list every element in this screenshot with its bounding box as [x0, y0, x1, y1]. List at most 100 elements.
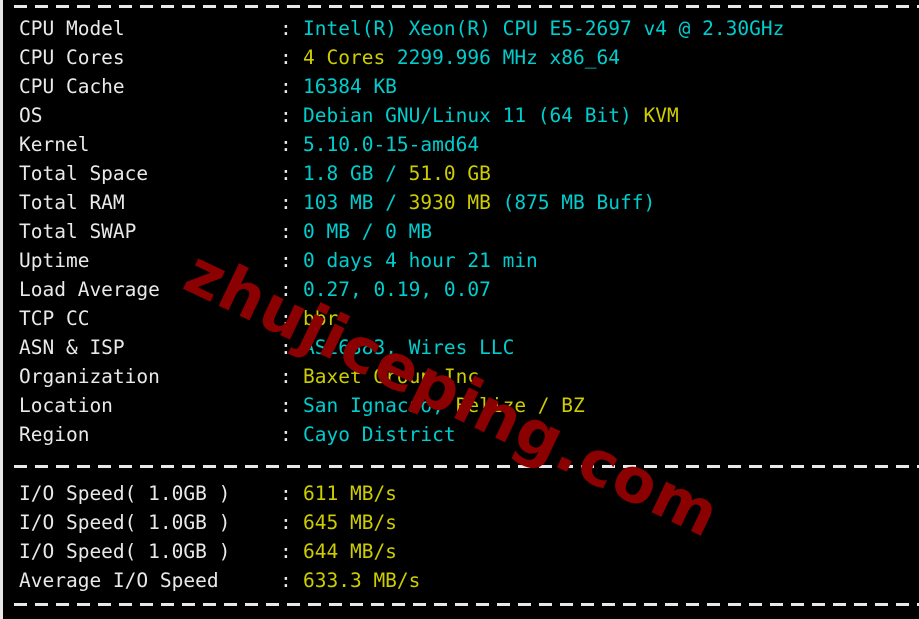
system-info-value: 0 MB / 0 MB — [303, 217, 432, 246]
system-info-value-segment: KVM — [631, 104, 679, 127]
system-info-row: Total Space:1.8 GB / 51.0 GB — [3, 159, 919, 188]
io-speed-value-segment: 611 MB/s — [303, 482, 397, 505]
system-info-row: OS: Debian GNU/Linux 11 (64 Bit) KVM — [3, 101, 919, 130]
system-info-row: CPU Model: Intel(R) Xeon(R) CPU E5-2697 v… — [3, 14, 919, 43]
system-info-label: Total Space — [19, 162, 149, 185]
system-info-value: 0 days 4 hour 21 min — [303, 246, 538, 275]
system-info-colon: : — [280, 394, 292, 417]
system-info-row: Total RAM:103 MB / 3930 MB (875 MB Buff) — [3, 188, 919, 217]
system-info-value-segment: Belize / BZ — [443, 394, 585, 417]
system-info-colon: : — [280, 75, 292, 98]
separator-middle — [14, 465, 919, 468]
system-info-label: Location — [19, 394, 113, 417]
io-speed-value-segment: 644 MB/s — [303, 540, 397, 563]
system-info-label: TCP CC — [19, 307, 90, 330]
io-speed-value-segment: 633.3 MB/s — [303, 569, 421, 592]
system-info-label: Total SWAP — [19, 220, 137, 243]
system-info-value-segment: / — [385, 162, 397, 185]
system-info-label: Organization — [19, 365, 160, 388]
system-info-value-segment: Intel(R) Xeon(R) CPU E5-2697 v4 @ 2.30GH… — [303, 17, 785, 40]
io-speed-colon: : — [280, 540, 292, 563]
io-speed-label: I/O Speed( 1.0GB ) — [19, 540, 231, 563]
system-info-value: 5.10.0-15-amd64 — [303, 130, 479, 159]
system-info-value: 16384 KB — [303, 72, 397, 101]
system-info-value-segment: 51.0 GB — [396, 162, 491, 185]
system-info-label: CPU Cache — [19, 75, 125, 98]
system-info-value-segment: (875 MB Buff) — [490, 191, 656, 214]
system-info-value-segment: / — [385, 191, 397, 214]
io-speed-label: I/O Speed( 1.0GB ) — [19, 482, 231, 505]
io-speed-value: 644 MB/s — [303, 537, 397, 566]
system-info-label: OS — [19, 104, 43, 127]
system-info-colon: : — [280, 249, 292, 272]
system-info-row: Organization: Baxet Group Inc — [3, 362, 919, 391]
system-info-colon: : — [280, 365, 292, 388]
system-info-row: ASN & ISP: AS26383, Wires LLC — [3, 333, 919, 362]
io-benchmark-section: I/O Speed( 1.0GB ):611 MB/s I/O Speed( 1.… — [3, 479, 919, 595]
io-speed-value: 645 MB/s — [303, 508, 397, 537]
separator-bottom — [14, 603, 919, 606]
system-info-value: 0.27, 0.19, 0.07 — [303, 275, 491, 304]
system-info-section: CPU Model: Intel(R) Xeon(R) CPU E5-2697 v… — [3, 14, 919, 449]
system-info-label: Total RAM — [19, 191, 125, 214]
io-speed-colon: : — [280, 482, 292, 505]
system-info-value-segment: 2299.996 MHz x86_64 — [385, 46, 620, 69]
system-info-value-segment: 0 days 4 hour 21 min — [303, 249, 538, 272]
system-info-value: Intel(R) Xeon(R) CPU E5-2697 v4 @ 2.30GH… — [303, 14, 784, 43]
system-info-row: Region: Cayo District — [3, 420, 919, 449]
io-speed-row: I/O Speed( 1.0GB ):611 MB/s — [3, 479, 919, 508]
io-speed-value: 633.3 MB/s — [303, 566, 420, 595]
system-info-value-segment: 0 MB / 0 MB — [303, 220, 433, 243]
system-info-label: CPU Model — [19, 17, 125, 40]
system-info-value: Debian GNU/Linux 11 (64 Bit) KVM — [303, 101, 679, 130]
terminal-window: CPU Model: Intel(R) Xeon(R) CPU E5-2697 v… — [0, 0, 919, 619]
system-info-value-segment: 3930 MB — [396, 191, 491, 214]
system-info-label: Kernel — [19, 133, 90, 156]
system-info-value-segment: 5.10.0-15-amd64 — [303, 133, 480, 156]
system-info-colon: : — [280, 133, 292, 156]
system-info-row: Location: San Ignacio, Belize / BZ — [3, 391, 919, 420]
system-info-value: 1.8 GB / 51.0 GB — [303, 159, 491, 188]
system-info-value-segment: 1.8 GB — [303, 162, 386, 185]
system-info-colon: : — [280, 46, 292, 69]
system-info-colon: : — [280, 423, 292, 446]
system-info-row: Kernel:5.10.0-15-amd64 — [3, 130, 919, 159]
io-speed-colon: : — [280, 511, 292, 534]
system-info-value-segment: 103 MB — [303, 191, 386, 214]
system-info-value-segment: AS26383, Wires LLC — [303, 336, 515, 359]
io-speed-row: Average I/O Speed:633.3 MB/s — [3, 566, 919, 595]
io-speed-colon: : — [280, 569, 292, 592]
system-info-colon: : — [280, 220, 292, 243]
system-info-value: Cayo District — [303, 420, 456, 449]
system-info-colon: : — [280, 307, 292, 330]
system-info-label: Region — [19, 423, 90, 446]
system-info-row: CPU Cores:4 Cores 2299.996 MHz x86_64 — [3, 43, 919, 72]
system-info-value-segment: San Ignacio, — [303, 394, 444, 417]
system-info-value-segment: 16384 KB — [303, 75, 397, 98]
system-info-row: Uptime:0 days 4 hour 21 min — [3, 246, 919, 275]
system-info-value: Baxet Group Inc — [303, 362, 479, 391]
io-speed-row: I/O Speed( 1.0GB ):644 MB/s — [3, 537, 919, 566]
io-speed-label: I/O Speed( 1.0GB ) — [19, 511, 231, 534]
system-info-label: Load Average — [19, 278, 160, 301]
system-info-value-segment: Cayo District — [303, 423, 456, 446]
system-info-colon: : — [280, 278, 292, 301]
system-info-value: AS26383, Wires LLC — [303, 333, 514, 362]
system-info-colon: : — [280, 17, 292, 40]
system-info-label: ASN & ISP — [19, 336, 125, 359]
system-info-value: 103 MB / 3930 MB (875 MB Buff) — [303, 188, 655, 217]
system-info-row: CPU Cache:16384 KB — [3, 72, 919, 101]
system-info-value-segment: 0.27, 0.19, 0.07 — [303, 278, 491, 301]
io-speed-value: 611 MB/s — [303, 479, 397, 508]
system-info-value: San Ignacio, Belize / BZ — [303, 391, 585, 420]
system-info-label: CPU Cores — [19, 46, 125, 69]
io-speed-label: Average I/O Speed — [19, 569, 219, 592]
io-speed-value-segment: 645 MB/s — [303, 511, 397, 534]
system-info-colon: : — [280, 162, 292, 185]
system-info-value-segment: Debian GNU/Linux 11 (64 Bit) — [303, 104, 632, 127]
system-info-value-segment: Baxet Group Inc — [303, 365, 480, 388]
system-info-value-segment: bbr — [303, 307, 339, 330]
system-info-colon: : — [280, 336, 292, 359]
system-info-value: bbr — [303, 304, 338, 333]
system-info-colon: : — [280, 191, 292, 214]
